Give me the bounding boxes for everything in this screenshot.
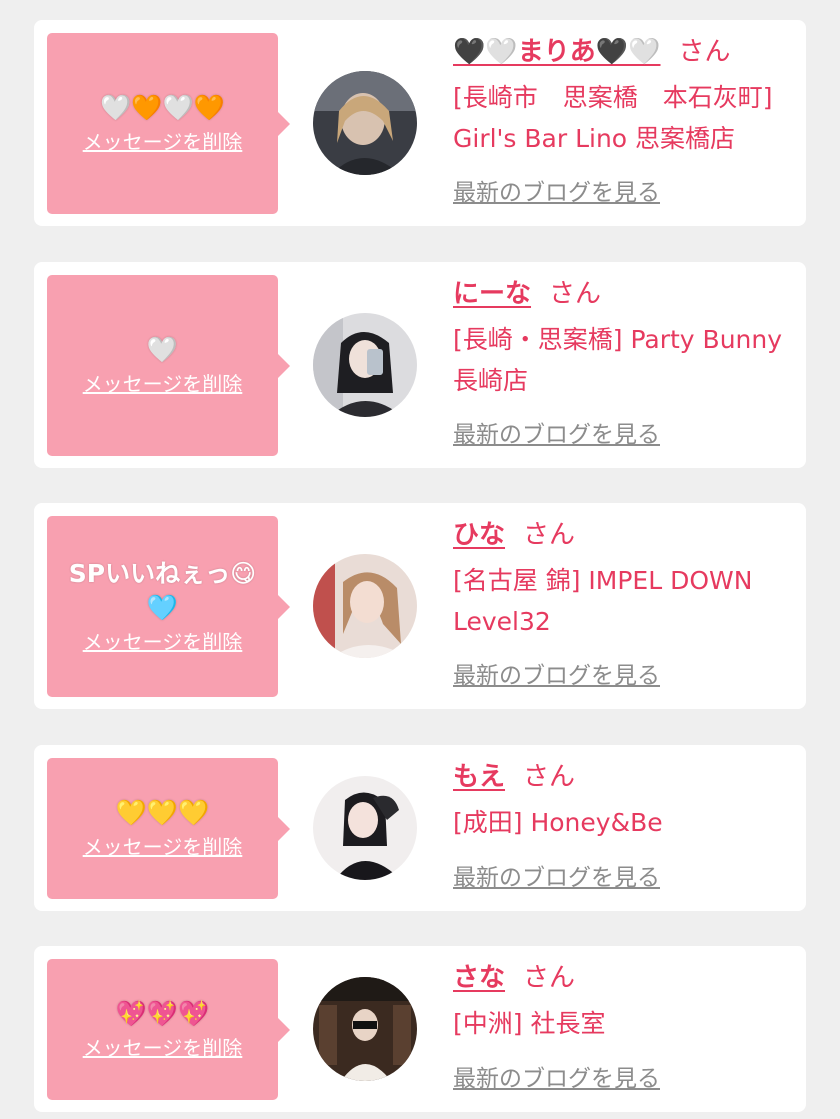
- avatar[interactable]: [313, 554, 417, 658]
- honorific: さん: [523, 762, 576, 792]
- message-card: 🤍 メッセージを削除 にーな さん [長崎・思案橋] Party Bunny 長崎…: [34, 262, 806, 468]
- message-bubble: 🤍🧡🤍🧡 メッセージを削除: [47, 33, 290, 214]
- avatar[interactable]: [313, 776, 417, 880]
- honorific: さん: [523, 963, 576, 993]
- avatar-photo: [313, 776, 417, 880]
- name-row: ひな さん: [453, 518, 792, 552]
- latest-blog-link[interactable]: 最新のブログを見る: [453, 863, 660, 893]
- user-info: ひな さん [名古屋 錦] IMPEL DOWN Level32 最新のブログを見…: [453, 518, 792, 689]
- message-list: 🤍🧡🤍🧡 メッセージを削除 🖤🤍まりあ🖤🤍 さん [長崎市 思案橋 本石灰町] G…: [0, 0, 840, 1119]
- shop-info: [長崎市 思案橋 本石灰町] Girl's Bar Lino 思案橋店: [453, 83, 773, 153]
- user-name-link[interactable]: もえ: [453, 762, 505, 792]
- name-row: さな さん: [453, 961, 792, 995]
- message-card: 🤍🧡🤍🧡 メッセージを削除 🖤🤍まりあ🖤🤍 さん [長崎市 思案橋 本石灰町] G…: [34, 20, 806, 226]
- user-info: にーな さん [長崎・思案橋] Party Bunny 長崎店 最新のブログを見る: [453, 277, 792, 448]
- honorific: さん: [549, 279, 602, 309]
- user-name-link[interactable]: 🖤🤍まりあ🖤🤍: [453, 37, 661, 67]
- latest-blog-link[interactable]: 最新のブログを見る: [453, 661, 660, 691]
- message-text: 🤍🧡🤍🧡: [100, 92, 225, 122]
- avatar-photo: [313, 554, 417, 658]
- message-text: SPいいねぇっ😋🩵: [68, 558, 257, 622]
- name-row: 🖤🤍まりあ🖤🤍 さん: [453, 35, 792, 69]
- message-bubble: 🤍 メッセージを削除: [47, 275, 290, 456]
- message-bubble: 💖💖💖 メッセージを削除: [47, 959, 290, 1100]
- avatar-photo: [313, 977, 417, 1081]
- message-bubble: 💛💛💛 メッセージを削除: [47, 758, 290, 899]
- message-card: 💛💛💛 メッセージを削除 もえ さん [成田] Honey&Be 最新のブログを見…: [34, 745, 806, 911]
- message-card: SPいいねぇっ😋🩵 メッセージを削除 ひな さん [名古屋 錦] IMPEL DO…: [34, 503, 806, 709]
- shop-info: [中洲] 社長室: [453, 1009, 606, 1038]
- message-bubble: SPいいねぇっ😋🩵 メッセージを削除: [47, 516, 290, 697]
- latest-blog-link[interactable]: 最新のブログを見る: [453, 1064, 660, 1094]
- honorific: さん: [523, 520, 576, 550]
- latest-blog-link[interactable]: 最新のブログを見る: [453, 420, 660, 450]
- avatar-photo: [313, 71, 417, 175]
- user-name-link[interactable]: さな: [453, 963, 505, 993]
- delete-message-link[interactable]: メッセージを削除: [83, 127, 243, 157]
- shop-info: [成田] Honey&Be: [453, 808, 663, 837]
- user-info: もえ さん [成田] Honey&Be 最新のブログを見る: [453, 760, 792, 891]
- user-info: さな さん [中洲] 社長室 最新のブログを見る: [453, 961, 792, 1092]
- user-info: 🖤🤍まりあ🖤🤍 さん [長崎市 思案橋 本石灰町] Girl's Bar Lino…: [453, 35, 792, 206]
- message-text: 💖💖💖: [115, 998, 210, 1028]
- user-name-link[interactable]: にーな: [453, 279, 531, 309]
- message-text: 💛💛💛: [115, 797, 210, 827]
- avatar-photo: [313, 313, 417, 417]
- avatar[interactable]: [313, 313, 417, 417]
- latest-blog-link[interactable]: 最新のブログを見る: [453, 178, 660, 208]
- delete-message-link[interactable]: メッセージを削除: [83, 627, 243, 657]
- message-card: 💖💖💖 メッセージを削除 さな さん [中洲] 社長室 最新のブログを見る: [34, 946, 806, 1112]
- user-name-link[interactable]: ひな: [453, 520, 505, 550]
- name-row: にーな さん: [453, 277, 792, 311]
- delete-message-link[interactable]: メッセージを削除: [83, 369, 243, 399]
- name-row: もえ さん: [453, 760, 792, 794]
- shop-info: [長崎・思案橋] Party Bunny 長崎店: [453, 325, 783, 395]
- shop-info: [名古屋 錦] IMPEL DOWN Level32: [453, 566, 753, 636]
- delete-message-link[interactable]: メッセージを削除: [83, 1033, 243, 1063]
- honorific: さん: [678, 37, 731, 67]
- avatar[interactable]: [313, 71, 417, 175]
- delete-message-link[interactable]: メッセージを削除: [83, 832, 243, 862]
- avatar[interactable]: [313, 977, 417, 1081]
- message-text: 🤍: [146, 334, 179, 364]
